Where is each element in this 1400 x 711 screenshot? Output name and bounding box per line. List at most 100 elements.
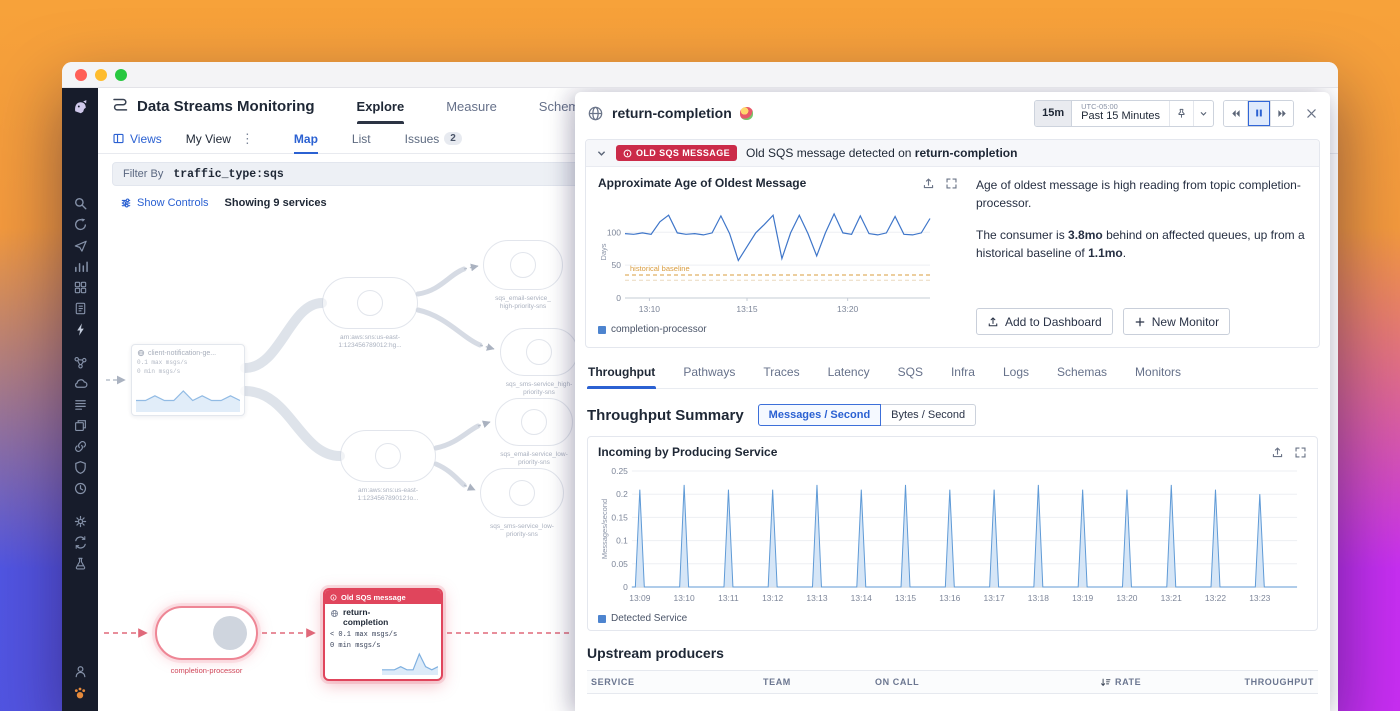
svg-text:13:21: 13:21 — [1161, 593, 1182, 603]
svg-text:0.2: 0.2 — [616, 489, 628, 499]
admin-user-icon[interactable] — [66, 661, 94, 682]
bytes-per-second-toggle[interactable]: Bytes / Second — [881, 404, 977, 426]
bits-ai-icon[interactable] — [66, 682, 94, 703]
age-of-oldest-message-chart[interactable]: Approximate Age of Oldest Message 0 50 100… — [598, 176, 958, 335]
node-queue-sms-low[interactable] — [480, 468, 564, 518]
new-monitor-button[interactable]: New Monitor — [1122, 308, 1231, 335]
ci-sync-icon[interactable] — [66, 532, 94, 553]
frames-icon[interactable] — [66, 415, 94, 436]
popup-header: Old SQS message — [325, 590, 441, 604]
expand-icon[interactable] — [1294, 446, 1307, 459]
node-sns-topic-high[interactable] — [322, 277, 418, 329]
globe-icon — [331, 610, 338, 617]
globe-icon — [137, 349, 145, 357]
tab-latency[interactable]: Latency — [827, 361, 871, 388]
plus-icon — [1135, 317, 1145, 326]
node-queue-email-high[interactable] — [483, 240, 563, 290]
chart-title: Approximate Age of Oldest Message — [598, 176, 807, 190]
send-icon[interactable] — [66, 235, 94, 256]
app-window: Data Streams Monitoring Explore Measure … — [62, 62, 1338, 711]
column-throughput[interactable]: THROUGHPUT — [1230, 677, 1314, 687]
tab-pathways[interactable]: Pathways — [682, 361, 736, 388]
utc-offset-label: UTC-05:00 — [1081, 101, 1118, 111]
clock-icon[interactable] — [66, 478, 94, 499]
column-team[interactable]: TEAM — [763, 677, 875, 687]
export-icon[interactable] — [922, 177, 935, 190]
column-rate[interactable]: RATE — [1100, 677, 1230, 688]
minimize-window-button[interactable] — [95, 68, 107, 81]
svg-text:historical baseline: historical baseline — [630, 264, 690, 273]
node-queue-sms-high[interactable] — [500, 328, 578, 376]
svg-text:13:11: 13:11 — [718, 593, 739, 603]
tab-logs[interactable]: Logs — [1002, 361, 1030, 388]
node-queue-email-low[interactable] — [495, 398, 573, 446]
messages-per-second-toggle[interactable]: Messages / Second — [757, 404, 882, 426]
panel-tabs: Throughput Pathways Traces Latency SQS I… — [587, 361, 1318, 389]
old-sqs-message-popup[interactable]: Old SQS message return-completion < 0.1 … — [323, 588, 443, 681]
incoming-chart-card: Incoming by Producing Service 0 0.05 0.1 0.… — [587, 436, 1318, 631]
incoming-chart-plot[interactable]: 0 0.05 0.1 0.15 0.2 0.25 13:09 13:10 13:11 13:12 1… — [598, 463, 1307, 611]
gear-icon[interactable] — [66, 511, 94, 532]
svg-text:0.05: 0.05 — [611, 559, 628, 569]
tab-traces[interactable]: Traces — [762, 361, 800, 388]
playback-controls — [1223, 99, 1294, 127]
bar-chart-icon[interactable] — [66, 256, 94, 277]
add-to-dashboard-button[interactable]: Add to Dashboard — [976, 308, 1113, 335]
node-label: arn:aws:sns:us-east- 1:123456789012:lo... — [357, 487, 419, 503]
service-map-icon[interactable] — [66, 352, 94, 373]
expand-icon[interactable] — [945, 177, 958, 190]
column-on-call[interactable]: ON CALL — [875, 677, 1100, 687]
svg-text:13:20: 13:20 — [1116, 593, 1137, 603]
svg-text:13:22: 13:22 — [1205, 593, 1226, 603]
insight-line-1: Age of oldest message is high reading fr… — [976, 178, 1301, 210]
dashboard-grid-icon[interactable] — [66, 277, 94, 298]
export-icon[interactable] — [1271, 446, 1284, 459]
tab-infra[interactable]: Infra — [950, 361, 976, 388]
alert-banner[interactable]: OLD SQS MESSAGE Old SQS message detected… — [586, 140, 1319, 167]
close-panel-icon[interactable] — [1305, 107, 1318, 120]
alert-insight: Age of oldest message is high reading fr… — [958, 176, 1307, 335]
left-nav-rail — [62, 88, 98, 711]
node-client-notification[interactable]: client-notification-ge... 0.1 max msgs/s… — [131, 344, 245, 416]
chart-legend[interactable]: Detected Service — [598, 613, 1307, 624]
history-icon[interactable] — [66, 214, 94, 235]
pin-timeframe-icon[interactable] — [1169, 100, 1193, 126]
client-node-sparkline — [136, 390, 240, 412]
chevron-down-icon[interactable] — [596, 148, 607, 159]
panel-service-title: return-completion — [612, 105, 732, 121]
shield-icon[interactable] — [66, 457, 94, 478]
tab-throughput[interactable]: Throughput — [587, 361, 657, 389]
cloud-icon[interactable] — [66, 373, 94, 394]
lightning-icon[interactable] — [66, 319, 94, 340]
time-range-selector[interactable]: 15m UTC-05:00 Past 15 Minutes — [1034, 99, 1214, 127]
link-icon[interactable] — [66, 436, 94, 457]
skip-back-button[interactable] — [1224, 100, 1247, 126]
svg-text:13:12: 13:12 — [762, 593, 783, 603]
main-content: Data Streams Monitoring Explore Measure … — [98, 88, 1338, 711]
notebook-icon[interactable] — [66, 298, 94, 319]
flask-icon[interactable] — [66, 553, 94, 574]
alert-type-badge: OLD SQS MESSAGE — [616, 145, 738, 161]
datadog-logo-icon[interactable] — [66, 95, 94, 119]
time-dropdown-caret-icon[interactable] — [1193, 100, 1213, 126]
zoom-window-button[interactable] — [115, 68, 127, 81]
svg-text:Days: Days — [599, 243, 608, 260]
logs-icon[interactable] — [66, 394, 94, 415]
tab-monitors[interactable]: Monitors — [1134, 361, 1182, 388]
upstream-table-header: SERVICE TEAM ON CALL RATE THROUGHPUT — [587, 670, 1318, 694]
line-chart-plot[interactable]: 0 50 100 13:10 13:15 13:20 historical baseline… — [598, 194, 938, 322]
chart-legend[interactable]: completion-processor — [598, 324, 958, 335]
tab-sqs[interactable]: SQS — [897, 361, 924, 388]
skip-forward-button[interactable] — [1270, 100, 1293, 126]
node-sns-topic-low[interactable] — [340, 430, 436, 482]
column-service[interactable]: SERVICE — [591, 677, 763, 687]
node-completion-processor[interactable] — [155, 606, 258, 660]
pause-button[interactable] — [1247, 100, 1270, 126]
globe-icon — [588, 106, 603, 120]
search-icon[interactable] — [66, 193, 94, 214]
info-icon — [330, 593, 337, 601]
svg-text:13:14: 13:14 — [851, 593, 872, 603]
tab-schemas[interactable]: Schemas — [1056, 361, 1108, 388]
close-window-button[interactable] — [75, 68, 87, 81]
time-range-chip: 15m — [1035, 100, 1073, 126]
